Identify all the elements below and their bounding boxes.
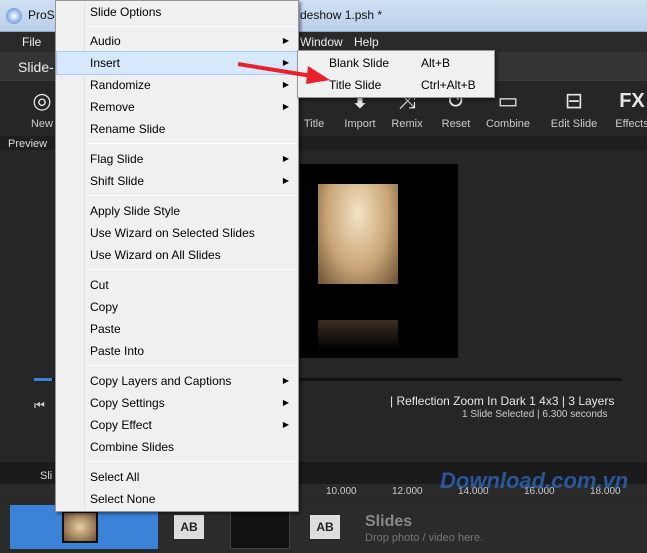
menu-separator — [86, 365, 296, 366]
menu-separator — [86, 269, 296, 270]
timeline-tab[interactable]: Sli — [40, 470, 52, 482]
menu-item-flag-slide[interactable]: Flag Slide ▶ — [57, 148, 297, 170]
preview-photo-reflection — [318, 320, 398, 350]
menu-item-wizard-all[interactable]: Use Wizard on All Slides — [57, 244, 297, 266]
slide-thumbnail — [62, 511, 98, 543]
slides-drop-hint: Drop photo / video here. — [365, 532, 484, 544]
menu-item-paste[interactable]: Paste — [57, 318, 297, 340]
menu-separator — [86, 461, 296, 462]
menu-item-select-all[interactable]: Select All — [57, 466, 297, 488]
menu-item-shift-slide[interactable]: Shift Slide ▶ — [57, 170, 297, 192]
ruler-tick: 10.000 — [326, 486, 357, 497]
submenu-arrow-icon: ▶ — [282, 398, 289, 407]
menu-separator — [86, 26, 296, 27]
menu-help[interactable]: Help — [354, 35, 379, 49]
submenu-arrow-icon: ▶ — [282, 36, 289, 45]
submenu-arrow-icon: ▶ — [282, 102, 289, 111]
edit-slide-button[interactable]: ⊟ Edit Slide — [546, 87, 602, 130]
menu-item-slide-options[interactable]: Slide Options — [57, 1, 297, 23]
tab-slide[interactable]: Slide- — [18, 59, 54, 75]
transition-icon: AB — [310, 515, 340, 539]
preview-photo — [318, 184, 398, 284]
menu-separator — [86, 143, 296, 144]
selection-info: 1 Slide Selected | 6.300 seconds — [462, 409, 608, 420]
submenu-arrow-icon: ▶ — [282, 154, 289, 163]
menu-item-rename-slide[interactable]: Rename Slide — [57, 118, 297, 140]
menu-item-paste-into[interactable]: Paste Into — [57, 340, 297, 362]
submenu-arrow-icon: ▶ — [282, 420, 289, 429]
menu-file[interactable]: File — [22, 35, 41, 49]
submenu-arrow-icon: ▶ — [282, 176, 289, 185]
watermark: Download.com.vn — [440, 468, 629, 493]
ruler-tick: 12.000 — [392, 486, 423, 497]
menu-item-wizard-selected[interactable]: Use Wizard on Selected Slides — [57, 222, 297, 244]
menu-item-cut[interactable]: Cut — [57, 274, 297, 296]
menu-item-copy-settings[interactable]: Copy Settings ▶ — [57, 392, 297, 414]
shortcut: Ctrl+Alt+B — [421, 78, 476, 92]
menu-item-select-none[interactable]: Select None — [57, 488, 297, 510]
menu-window[interactable]: Window — [300, 35, 343, 49]
annotation-arrow-icon — [237, 62, 330, 84]
menu-item-audio[interactable]: Audio ▶ — [57, 30, 297, 52]
window-title-file: deshow 1.psh * — [300, 8, 383, 22]
shortcut: Alt+B — [421, 56, 451, 70]
playback-progress-fill — [34, 378, 52, 381]
menu-item-combine-slides[interactable]: Combine Slides — [57, 436, 297, 458]
new-slideshow-icon: ◎ — [32, 88, 52, 113]
menu-item-copy-effect[interactable]: Copy Effect ▶ — [57, 414, 297, 436]
slides-empty-title: Slides — [365, 513, 413, 530]
window-title: ProS — [28, 8, 55, 22]
menu-item-copy-layers-captions[interactable]: Copy Layers and Captions ▶ — [57, 370, 297, 392]
fx-icon: FX — [619, 90, 645, 112]
menu-separator — [86, 195, 296, 196]
combine-icon: ▭ — [497, 88, 519, 113]
submenu-arrow-icon: ▶ — [282, 376, 289, 385]
effects-button[interactable]: FX Effects — [604, 87, 647, 130]
menu-item-copy[interactable]: Copy — [57, 296, 297, 318]
transition[interactable]: AB — [300, 505, 354, 549]
app-logo-icon — [6, 8, 22, 24]
skip-back-icon[interactable]: ⏮ — [34, 398, 45, 413]
menu-item-apply-slide-style[interactable]: Apply Slide Style — [57, 200, 297, 222]
menu-item-remove[interactable]: Remove ▶ — [57, 96, 297, 118]
transition-icon: AB — [174, 515, 204, 539]
edit-slide-icon: ⊟ — [564, 88, 584, 113]
preview-label: Preview — [8, 138, 48, 150]
slide-style-info: | Reflection Zoom In Dark 1 4x3 | 3 Laye… — [390, 394, 615, 408]
